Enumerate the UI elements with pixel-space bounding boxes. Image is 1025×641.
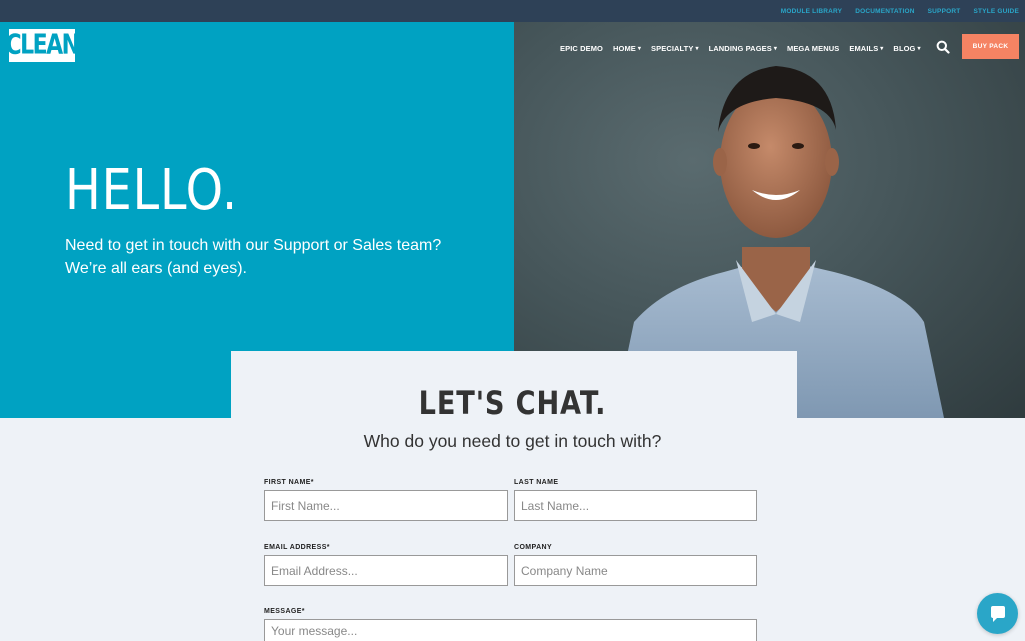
nav-blog[interactable]: BLOG ▾ — [893, 44, 920, 53]
first-name-input[interactable] — [264, 490, 508, 521]
module-library-link[interactable]: MODULE LIBRARY — [781, 8, 842, 15]
form-title: LET'S CHAT. — [418, 384, 607, 422]
nav-label: EMAILS — [849, 43, 879, 53]
form-subtitle: Who do you need to get in touch with? — [363, 431, 662, 451]
nav-home[interactable]: HOME ▾ — [613, 44, 641, 53]
nav-label: MEGA MENUS — [786, 43, 840, 53]
message-label: MESSAGE* — [264, 608, 305, 615]
nav-label: LANDING PAGES — [708, 43, 772, 53]
company-label: COMPANY — [514, 544, 553, 551]
nav-emails[interactable]: EMAILS ▾ — [849, 44, 883, 53]
nav-epic-demo[interactable]: EPIC DEMO — [560, 44, 603, 53]
chevron-down-icon: ▾ — [773, 45, 777, 52]
utility-links: MODULE LIBRARY DOCUMENTATION SUPPORT STY… — [781, 0, 1019, 22]
hero-subtitle-line2: We’re all ears (and eyes). — [65, 260, 247, 277]
hero-title: HELLO. — [65, 158, 238, 223]
chevron-down-icon: ▾ — [695, 45, 699, 52]
nav-mega-menus[interactable]: MEGA MENUS — [787, 44, 839, 53]
first-name-label: FIRST NAME* — [264, 479, 314, 486]
last-name-input[interactable] — [514, 490, 757, 521]
chevron-down-icon: ▾ — [917, 45, 921, 52]
chevron-down-icon: ▾ — [637, 45, 642, 52]
clean-logo[interactable]: CLEAN — [5, 29, 80, 62]
chevron-down-icon: ▾ — [880, 45, 884, 52]
live-chat-button[interactable] — [977, 593, 1018, 634]
message-input[interactable] — [264, 619, 757, 641]
documentation-link[interactable]: DOCUMENTATION — [855, 8, 914, 15]
hero-subtitle: Need to get in touch with our Support or… — [65, 234, 485, 280]
top-utility-bar: MODULE LIBRARY DOCUMENTATION SUPPORT STY… — [0, 0, 1025, 22]
email-label: EMAIL ADDRESS* — [264, 544, 330, 551]
search-icon[interactable] — [936, 40, 950, 54]
support-link[interactable]: SUPPORT — [928, 8, 961, 15]
company-input[interactable] — [514, 555, 757, 586]
last-name-label: LAST NAME — [514, 479, 559, 486]
main-nav: EPIC DEMO HOME ▾ SPECIALTY ▾ LANDING PAGES… — [560, 38, 921, 58]
buy-pack-button[interactable]: BUY PACK — [962, 34, 1019, 59]
nav-label: BLOG — [893, 43, 916, 53]
email-input[interactable] — [264, 555, 508, 586]
chat-bubble-icon — [990, 605, 1005, 622]
style-guide-link[interactable]: STYLE GUIDE — [973, 8, 1019, 15]
nav-label: HOME — [613, 43, 636, 53]
nav-landing-pages[interactable]: LANDING PAGES ▾ — [709, 44, 777, 53]
nav-specialty[interactable]: SPECIALTY ▾ — [651, 44, 699, 53]
nav-label: EPIC DEMO — [560, 43, 603, 53]
logo-text: CLEAN — [5, 29, 80, 62]
nav-label: SPECIALTY — [651, 43, 694, 53]
hero-subtitle-line1: Need to get in touch with our Support or… — [65, 237, 442, 254]
